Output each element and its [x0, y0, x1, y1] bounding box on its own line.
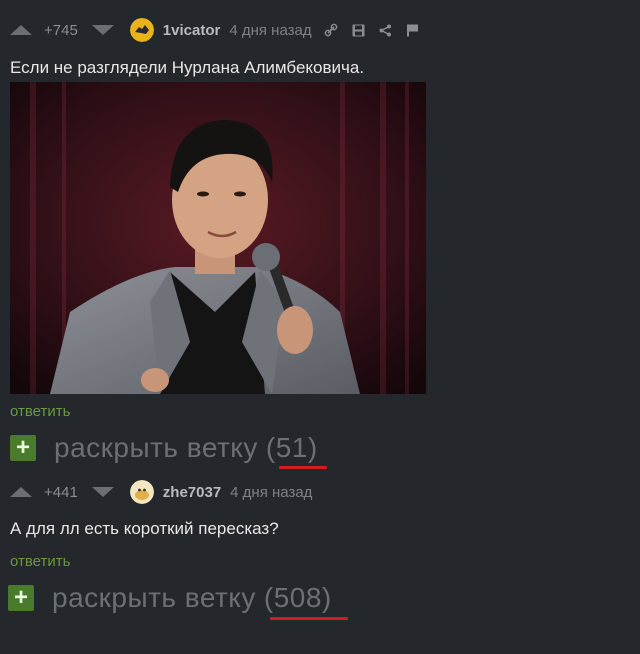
share-icon[interactable] — [379, 24, 392, 37]
avatar[interactable] — [129, 480, 154, 504]
expand-label[interactable]: раскрыть ветку — [52, 582, 256, 614]
reply-link[interactable]: ответить — [10, 403, 70, 420]
expand-branch[interactable]: + раскрыть ветку (51) — [10, 432, 318, 464]
comment-1-header: +745 1vicator 4 дня назад — [10, 18, 419, 42]
flag-icon[interactable] — [406, 24, 419, 37]
count-underline — [270, 617, 348, 620]
downvote-icon[interactable] — [91, 25, 114, 35]
avatar[interactable] — [129, 18, 154, 42]
plus-icon[interactable]: + — [8, 585, 34, 611]
comment-text: Если не разглядели Нурлана Алимбековича. — [10, 58, 365, 77]
upvote-icon[interactable] — [10, 487, 32, 497]
expand-count[interactable]: (508) — [264, 582, 332, 614]
save-icon[interactable] — [352, 24, 365, 37]
reply-link[interactable]: ответить — [10, 553, 70, 570]
plus-icon[interactable]: + — [10, 435, 36, 461]
comment-image[interactable] — [10, 82, 426, 394]
comment-time: 4 дня назад — [229, 21, 312, 39]
comment-rating: +745 — [44, 21, 78, 39]
username[interactable]: zhe7037 — [163, 484, 221, 501]
expand-branch[interactable]: + раскрыть ветку (508) — [8, 582, 332, 614]
expand-count[interactable]: (51) — [266, 432, 318, 464]
comment-2-header: +441 zhe7037 4 дня назад — [10, 480, 312, 504]
downvote-icon[interactable] — [91, 487, 114, 497]
link-icon[interactable] — [324, 23, 338, 37]
comment-rating: +441 — [44, 483, 78, 501]
comment-time: 4 дня назад — [230, 483, 313, 501]
upvote-icon[interactable] — [10, 25, 32, 35]
comment-text: А для лл есть короткий пересказ? — [10, 519, 279, 538]
username[interactable]: 1vicator — [163, 22, 221, 39]
expand-label[interactable]: раскрыть ветку — [54, 432, 258, 464]
count-underline — [279, 466, 327, 469]
